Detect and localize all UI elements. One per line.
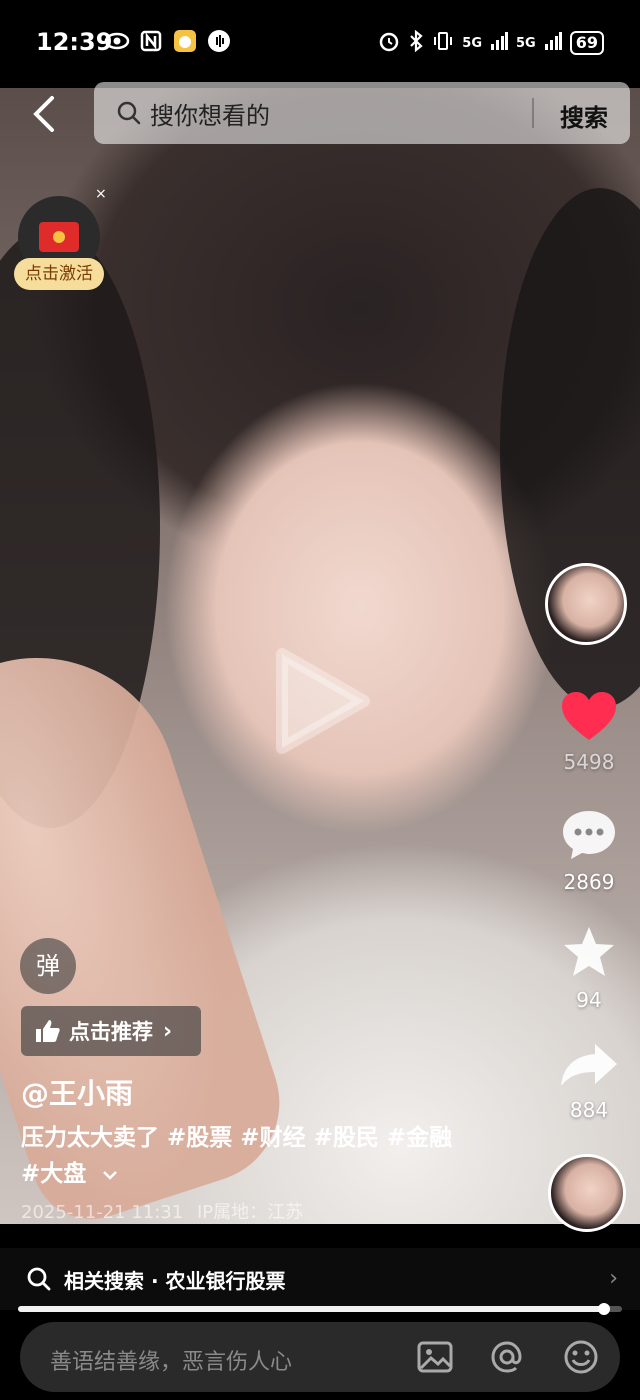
author-avatar[interactable] — [545, 563, 627, 645]
bluetooth-icon — [408, 29, 424, 56]
app-notification-icon — [172, 28, 198, 54]
play-icon[interactable] — [272, 646, 372, 756]
hashtag[interactable]: #财经 — [240, 1125, 305, 1151]
close-icon[interactable]: × — [95, 186, 107, 202]
activation-label[interactable]: 点击激活 — [14, 258, 104, 290]
hashtag[interactable]: #金融 — [387, 1125, 452, 1151]
danmu-toggle-button[interactable]: 弹 — [20, 938, 76, 994]
emoji-icon[interactable] — [562, 1338, 600, 1376]
comment-bar: 善语结善缘，恶言伤人心 — [20, 1322, 620, 1392]
nfc-icon — [138, 28, 164, 54]
image-icon[interactable] — [416, 1338, 454, 1376]
author-name[interactable]: @王小雨 — [21, 1072, 133, 1112]
red-envelope-icon — [39, 222, 79, 252]
share-button[interactable]: 884 — [556, 1040, 622, 1122]
chevron-down-icon[interactable] — [102, 1156, 118, 1180]
video-caption: 压力太大卖了 #股票 #财经 #股民 #金融 #大盘 — [21, 1120, 471, 1192]
share-arrow-icon — [561, 1044, 617, 1086]
red-envelope-widget[interactable]: 点击激活 — [14, 196, 104, 296]
comment-bubble-icon — [563, 811, 615, 859]
search-box[interactable]: 搜你想看的 搜索 — [94, 82, 630, 144]
like-button[interactable]: 5498 — [556, 690, 622, 774]
like-count: 5498 — [563, 750, 615, 774]
search-input[interactable]: 搜你想看的 — [150, 96, 270, 131]
post-timestamp: 2025-11-21 11:31 — [21, 1202, 184, 1223]
audio-icon — [206, 28, 232, 54]
vibrate-icon — [432, 30, 454, 56]
video-progress-bar[interactable] — [18, 1303, 622, 1315]
recommend-button[interactable]: 点击推荐 › — [21, 1006, 201, 1056]
post-meta: 2025-11-21 11:31 IP属地：江苏 — [21, 1198, 303, 1224]
comment-count: 2869 — [563, 870, 615, 894]
share-count: 884 — [569, 1098, 609, 1122]
comment-input[interactable]: 善语结善缘，恶言伤人心 — [50, 1344, 292, 1376]
progress-handle[interactable] — [597, 1303, 610, 1315]
heart-icon — [562, 692, 616, 740]
status-time: 12:39 — [36, 28, 113, 56]
mention-icon[interactable] — [488, 1338, 526, 1376]
related-search-text: 相关搜索 · 农业银行股票 — [64, 1268, 286, 1293]
search-icon — [116, 100, 142, 126]
eye-icon — [104, 28, 130, 54]
back-button[interactable] — [30, 94, 66, 134]
signal-bars-icon — [544, 32, 562, 54]
hashtag[interactable]: #股票 — [167, 1125, 232, 1151]
hashtag[interactable]: #大盘 — [21, 1161, 86, 1187]
comment-button[interactable]: 2869 — [556, 808, 622, 894]
status-bar: 12:39 5G 5G 69 — [0, 0, 640, 88]
search-divider — [532, 98, 534, 128]
signal-5g-label-2: 5G — [516, 35, 536, 51]
music-disc-avatar[interactable] — [548, 1154, 626, 1232]
top-search-bar: 搜你想看的 搜索 — [0, 80, 640, 146]
related-search-bar[interactable]: 相关搜索 · 农业银行股票 › — [0, 1248, 640, 1310]
ip-location: IP属地：江苏 — [196, 1202, 304, 1223]
signal-bars-icon — [490, 32, 509, 54]
caption-text: 压力太大卖了 — [21, 1125, 159, 1151]
recommend-label: 点击推荐 — [69, 1020, 153, 1044]
favorite-count: 94 — [576, 988, 602, 1012]
favorite-button[interactable]: 94 — [556, 924, 622, 1012]
chevron-right-icon: › — [609, 1266, 618, 1291]
search-icon — [26, 1266, 52, 1292]
hashtag[interactable]: #股民 — [314, 1125, 379, 1151]
progress-fill — [18, 1306, 604, 1312]
chevron-left-icon — [33, 96, 54, 132]
chevron-right-icon: › — [163, 1018, 173, 1044]
search-button[interactable]: 搜索 — [560, 98, 608, 133]
signal-5g-label-1: 5G — [462, 35, 483, 51]
star-icon — [564, 927, 614, 976]
thumbs-up-icon — [35, 1018, 61, 1044]
alarm-icon — [378, 30, 400, 56]
battery-indicator: 69 — [569, 31, 604, 55]
